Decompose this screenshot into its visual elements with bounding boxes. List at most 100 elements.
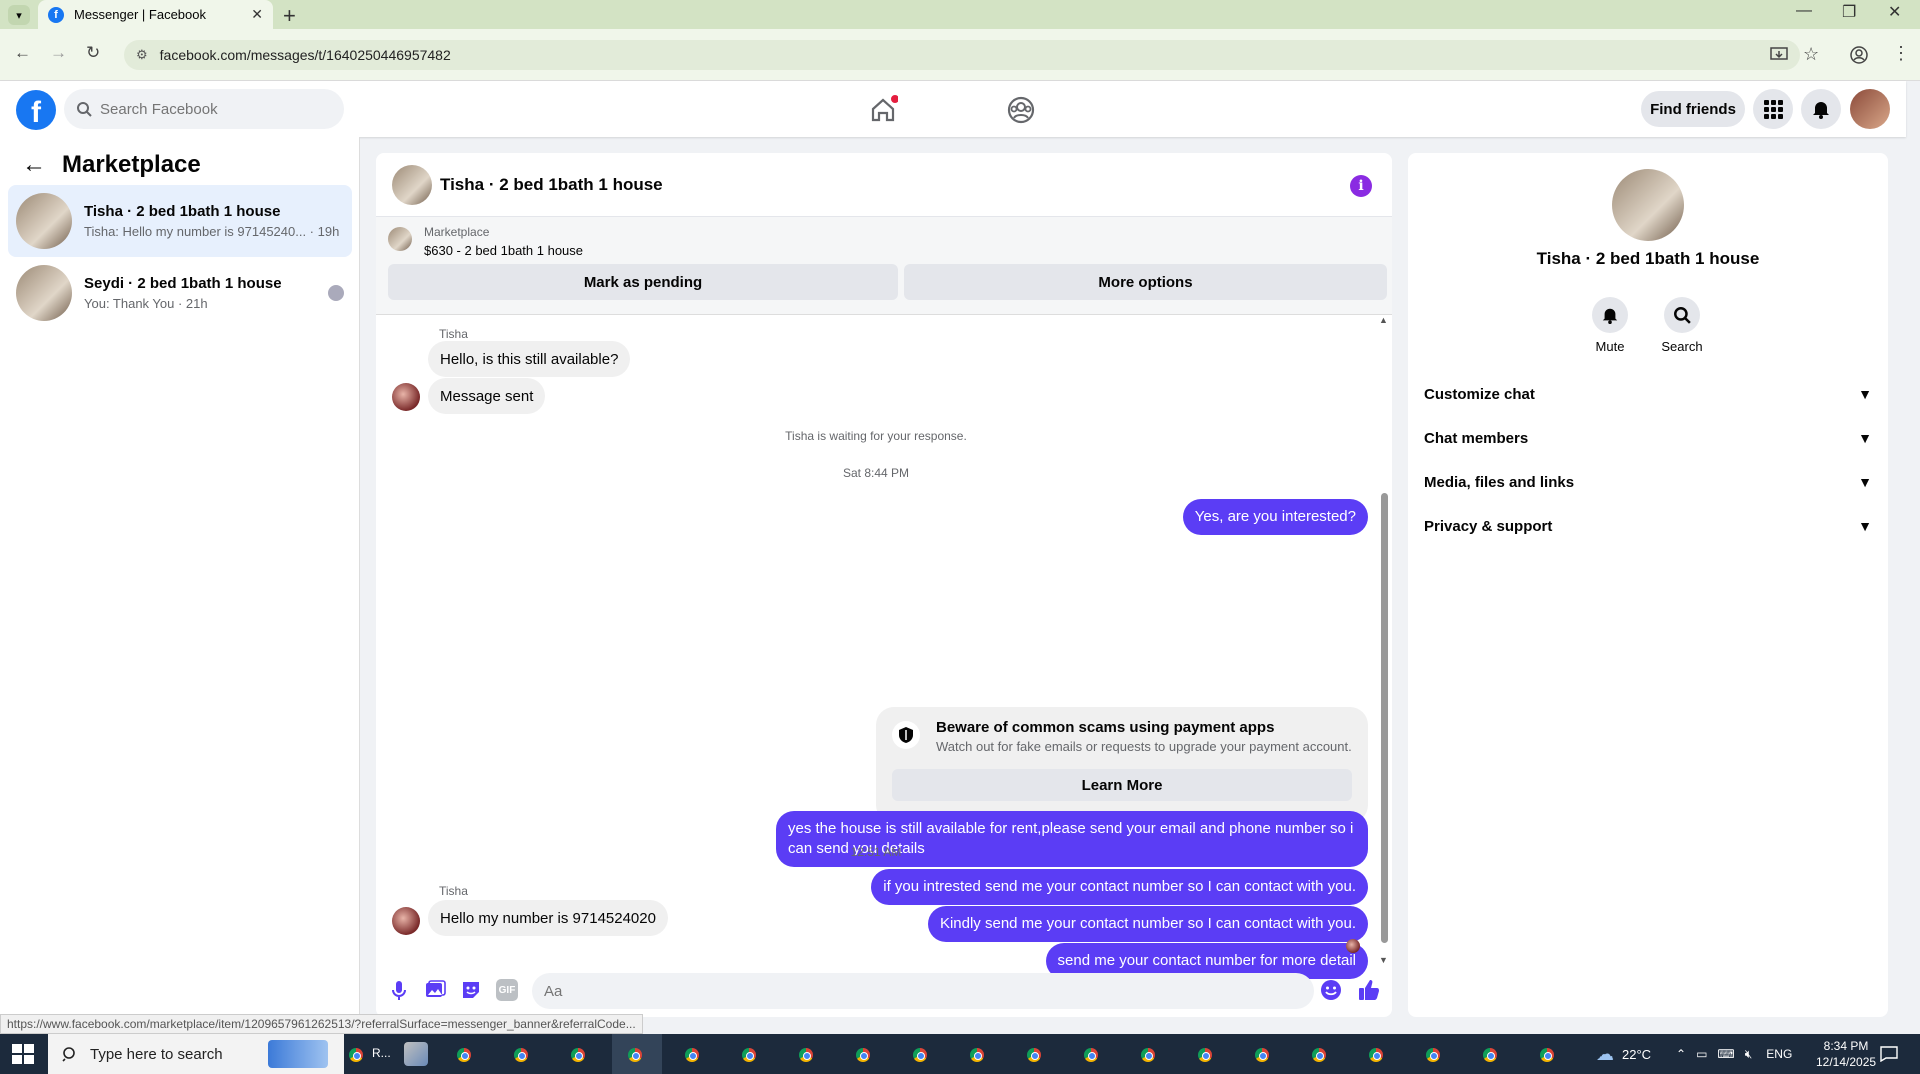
mute-action[interactable]: Mute (1580, 297, 1640, 354)
chrome-icon[interactable] (851, 1043, 875, 1067)
chrome-icon[interactable] (1079, 1043, 1103, 1067)
incoming-message: Hello my number is 9714524020 (428, 900, 668, 936)
chrome-icon[interactable] (566, 1043, 590, 1067)
scroll-up-icon[interactable]: ▲ (1379, 315, 1388, 325)
waiting-notice: Tisha is waiting for your response. (785, 429, 967, 443)
app-icon[interactable] (404, 1042, 428, 1066)
facebook-search[interactable] (64, 89, 344, 129)
menu-grid-button[interactable] (1753, 89, 1793, 129)
customize-chat-row[interactable]: Customize chat ▼ (1424, 372, 1872, 416)
sender-avatar[interactable] (392, 907, 420, 935)
conversation-info-icon[interactable]: i (1350, 175, 1372, 197)
conversation-item-seydi[interactable]: Seydi · 2 bed 1bath 1 house You: Thank Y… (8, 257, 352, 329)
chrome-icon[interactable] (1022, 1043, 1046, 1067)
chrome-icon[interactable] (908, 1043, 932, 1067)
network-icon[interactable]: ⌨ (1717, 1047, 1734, 1061)
chrome-icon[interactable] (965, 1043, 989, 1067)
chevron-down-icon: ▼ (1858, 474, 1872, 490)
url-omnibox[interactable]: ⚙ facebook.com/messages/t/16402504469574… (124, 40, 1800, 70)
find-friends-button[interactable]: Find friends (1641, 91, 1745, 127)
browser-menu-icon[interactable]: ⋮ (1892, 43, 1910, 64)
privacy-support-row[interactable]: Privacy & support ▼ (1424, 504, 1872, 548)
message-composer: GIF (376, 965, 1392, 1017)
chat-members-row[interactable]: Chat members ▼ (1424, 416, 1872, 460)
conversation-item-tisha[interactable]: Tisha · 2 bed 1bath 1 house Tisha: Hello… (8, 185, 352, 257)
chrome-icon[interactable] (1307, 1043, 1331, 1067)
chrome-icon[interactable] (1535, 1043, 1559, 1067)
photo-icon[interactable] (424, 979, 446, 1001)
windows-taskbar: Type here to search R... ☁ 22°C ⌃ ▭ ⌨ 🔇︎… (0, 1034, 1920, 1074)
forward-icon[interactable]: → (50, 43, 67, 63)
learn-more-button[interactable]: Learn More (892, 769, 1352, 801)
back-arrow-icon[interactable]: ← (22, 151, 46, 179)
marketplace-title: Marketplace (62, 151, 201, 178)
search-action[interactable]: Search (1652, 297, 1712, 354)
back-icon[interactable]: ← (14, 43, 31, 63)
tab-search-dropdown[interactable]: ▾ (8, 5, 30, 25)
like-thumb-icon[interactable] (1358, 979, 1380, 1001)
install-app-icon[interactable] (1770, 47, 1788, 63)
details-thumbnail[interactable] (1612, 169, 1684, 241)
banner-label: Marketplace (424, 225, 490, 239)
facebook-logo-icon[interactable]: f (16, 90, 56, 130)
account-avatar[interactable] (1850, 89, 1890, 129)
facebook-search-input[interactable] (100, 100, 320, 118)
weather-widget[interactable]: ☁ 22°C (1596, 1034, 1651, 1074)
chat-title[interactable]: Tisha · 2 bed 1bath 1 house (440, 175, 663, 195)
chrome-icon[interactable] (509, 1043, 533, 1067)
speaker-muted-icon[interactable]: 🔇︎ (1745, 1047, 1753, 1062)
chrome-icon[interactable] (1250, 1043, 1274, 1067)
minimize-icon[interactable]: — (1796, 2, 1812, 20)
outgoing-message: Yes, are you interested? (1182, 499, 1368, 535)
notifications-button[interactable] (1801, 89, 1841, 129)
chat-thumbnail[interactable] (392, 164, 432, 205)
home-icon[interactable] (868, 95, 898, 125)
chat-scrollbar[interactable]: ▲ ▼ (1378, 315, 1390, 965)
language-indicator[interactable]: ENG (1766, 1047, 1792, 1061)
chrome-icon[interactable] (737, 1043, 761, 1067)
windows-start-icon[interactable] (12, 1044, 34, 1064)
chrome-icon[interactable] (1478, 1043, 1502, 1067)
address-bar-row: ← → ↻ ⚙ facebook.com/messages/t/16402504… (0, 29, 1920, 81)
sender-avatar[interactable] (392, 383, 420, 411)
chrome-icon[interactable] (680, 1043, 704, 1067)
profile-icon[interactable] (1850, 46, 1868, 64)
chrome-icon[interactable] (344, 1043, 368, 1067)
bookmark-star-icon[interactable]: ☆ (1803, 44, 1819, 65)
listing-thumbnail (16, 193, 72, 249)
notification-center-icon[interactable] (1880, 1046, 1898, 1062)
row-label: Media, files and links (1424, 473, 1575, 491)
system-tray-icons[interactable]: ⌃ ▭ ⌨ 🔇︎ ENG (1676, 1034, 1792, 1074)
sticker-icon[interactable] (460, 979, 482, 1001)
chrome-icon[interactable] (1193, 1043, 1217, 1067)
scrollbar-thumb[interactable] (1381, 493, 1388, 943)
chrome-icon[interactable] (1421, 1043, 1445, 1067)
scroll-down-icon[interactable]: ▼ (1379, 955, 1388, 965)
tab-close-icon[interactable]: ✕ (251, 6, 263, 23)
restore-icon[interactable]: ❐ (1842, 2, 1856, 22)
chrome-icon[interactable] (1364, 1043, 1388, 1067)
chrome-icon[interactable] (452, 1043, 476, 1067)
chrome-icon[interactable] (623, 1043, 647, 1067)
chrome-icon[interactable] (794, 1043, 818, 1067)
site-info-icon[interactable]: ⚙ (136, 47, 148, 63)
emoji-icon[interactable] (1320, 979, 1342, 1001)
conversation-preview: You: Thank You · 21h (84, 296, 208, 311)
chrome-icon[interactable] (1136, 1043, 1160, 1067)
new-tab-button[interactable]: + (283, 3, 296, 29)
reload-icon[interactable]: ↻ (86, 43, 100, 63)
media-files-links-row[interactable]: Media, files and links ▼ (1424, 460, 1872, 504)
browser-tab[interactable]: f Messenger | Facebook ✕ (38, 0, 273, 29)
more-options-button[interactable]: More options (904, 264, 1387, 300)
mark-as-pending-button[interactable]: Mark as pending (388, 264, 898, 300)
display-icon[interactable]: ▭ (1696, 1047, 1707, 1061)
clock[interactable]: 8:34 PM 12/14/2025 (1816, 1034, 1876, 1074)
gif-icon[interactable]: GIF (496, 979, 518, 1001)
message-input[interactable] (532, 973, 1314, 1009)
chevron-up-icon[interactable]: ⌃ (1676, 1047, 1686, 1061)
groups-icon[interactable] (1006, 95, 1036, 125)
banner-price[interactable]: $630 - 2 bed 1bath 1 house (424, 243, 583, 258)
tab-title: Messenger | Facebook (74, 7, 206, 22)
window-close-icon[interactable]: ✕ (1888, 2, 1901, 22)
microphone-icon[interactable] (388, 979, 410, 1001)
